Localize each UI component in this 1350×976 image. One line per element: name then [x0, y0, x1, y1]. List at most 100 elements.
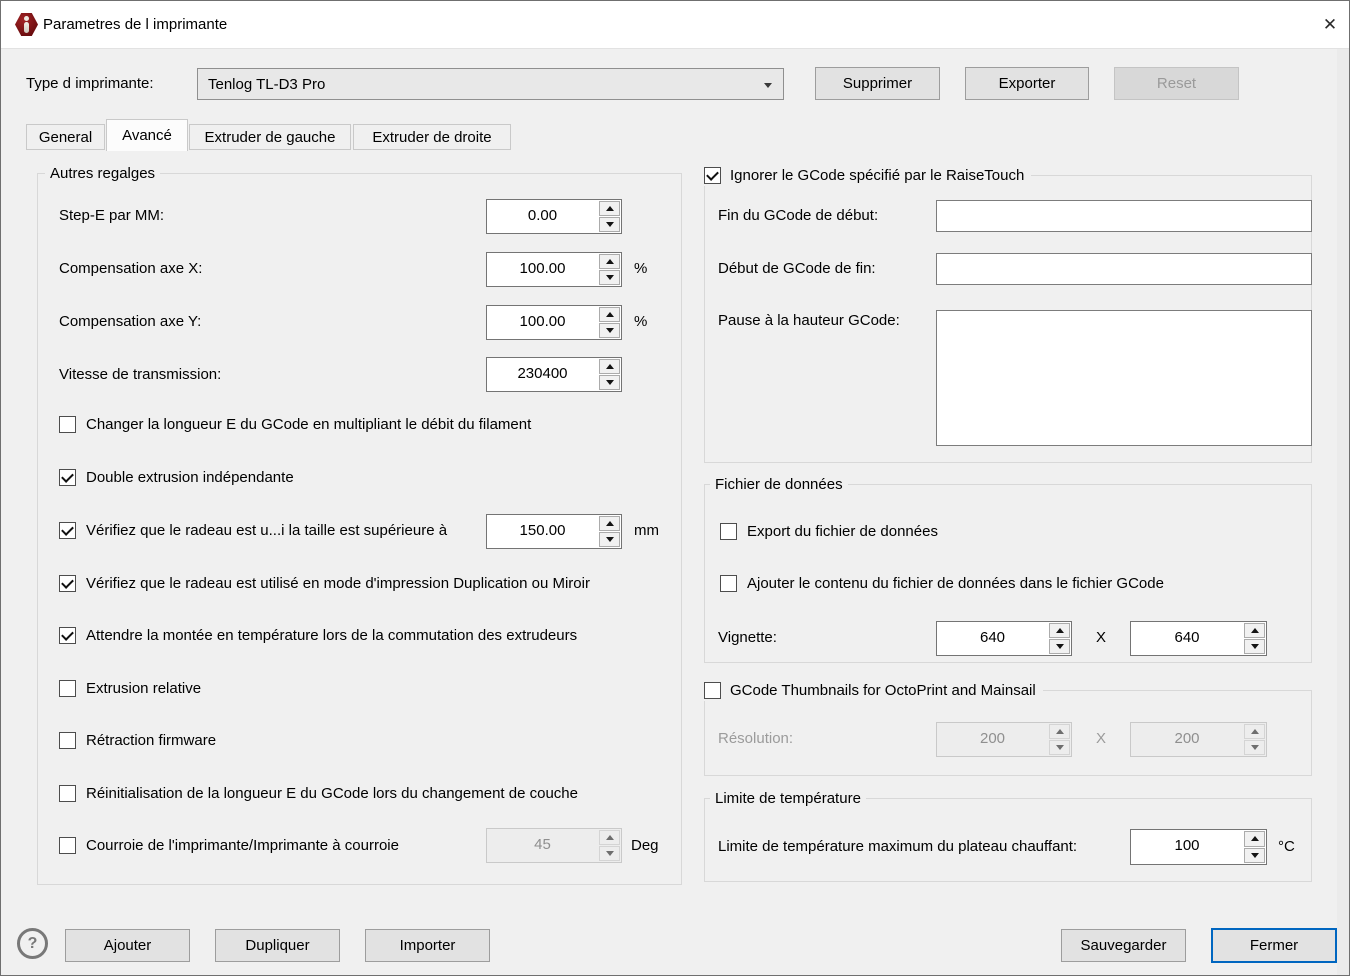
checkbox-firmware-retraction[interactable] — [59, 732, 76, 749]
checkbox-belt-printer[interactable] — [59, 837, 76, 854]
step-e-spinbox[interactable]: 0.00 — [486, 199, 622, 234]
spin-down-button[interactable] — [1049, 740, 1070, 755]
checkbox-raft-size-label[interactable]: Vérifiez que le radeau est u...i la tail… — [86, 520, 447, 542]
checkbox-gcode-thumbnails-label[interactable]: GCode Thumbnails for OctoPrint and Mains… — [730, 682, 1036, 699]
exporter-button[interactable]: Exporter — [965, 67, 1089, 100]
checkbox-export-data-file[interactable] — [720, 523, 737, 540]
tab-avance[interactable]: Avancé — [106, 119, 188, 151]
spin-up-button[interactable] — [599, 307, 620, 322]
spin-down-button[interactable] — [1244, 639, 1265, 654]
checkbox-change-e-length-label[interactable]: Changer la longueur E du GCode en multip… — [86, 414, 531, 436]
spin-up-button[interactable] — [1244, 831, 1265, 847]
checkbox-double-extrusion[interactable] — [59, 469, 76, 486]
arrow-up-icon — [1055, 729, 1064, 734]
gcode-thumbnails-group-title: GCode Thumbnails for OctoPrint and Mains… — [702, 679, 1043, 701]
printer-type-select[interactable]: Tenlog TL-D3 Pro — [197, 68, 784, 100]
tab-extruder-gauche[interactable]: Extruder de gauche — [189, 124, 351, 150]
spin-up-button[interactable] — [599, 254, 620, 269]
comp-y-spinbox[interactable]: 100.00 — [486, 305, 622, 340]
checkbox-relative-extrusion[interactable] — [59, 680, 76, 697]
importer-button[interactable]: Importer — [365, 929, 490, 962]
comp-y-value[interactable]: 100.00 — [487, 306, 598, 339]
checkbox-append-data-file[interactable] — [720, 575, 737, 592]
checkbox-relative-extrusion-label[interactable]: Extrusion relative — [86, 678, 201, 700]
checkbox-export-data-file-label[interactable]: Export du fichier de données — [747, 521, 938, 543]
help-icon[interactable]: ? — [17, 928, 48, 959]
spin-down-button[interactable] — [599, 375, 620, 390]
spin-down-button[interactable] — [599, 217, 620, 232]
temp-limit-value[interactable]: 100 — [1131, 830, 1243, 864]
spin-down-button[interactable] — [1244, 847, 1265, 863]
ajouter-button[interactable]: Ajouter — [65, 929, 190, 962]
vignette-height-value[interactable]: 640 — [1131, 622, 1243, 655]
temp-limit-spinbox[interactable]: 100 — [1130, 829, 1267, 865]
arrow-down-icon — [605, 851, 614, 856]
sauvegarder-button[interactable]: Sauvegarder — [1061, 929, 1186, 962]
spin-up-button[interactable] — [599, 516, 620, 531]
chevron-down-icon — [764, 83, 772, 88]
spin-up-button[interactable] — [1244, 623, 1265, 638]
spin-up-button[interactable] — [1049, 623, 1070, 638]
spin-down-button[interactable] — [599, 270, 620, 285]
checkbox-raft-duplication-label[interactable]: Vérifiez que le radeau est utilisé en mo… — [86, 573, 590, 595]
checkbox-wait-temp[interactable] — [59, 627, 76, 644]
checkbox-change-e-length[interactable] — [59, 416, 76, 433]
arrow-down-icon — [1250, 852, 1259, 858]
checkbox-wait-temp-label[interactable]: Attendre la montée en température lors d… — [86, 625, 577, 647]
end-gcode-start-input[interactable] — [936, 253, 1312, 285]
resolution-height-value[interactable]: 200 — [1131, 723, 1243, 756]
spin-down-button[interactable] — [599, 323, 620, 338]
baudrate-value[interactable]: 230400 — [487, 358, 598, 391]
checkbox-raft-size[interactable] — [59, 522, 76, 539]
belt-angle-spinbox[interactable]: 45 — [486, 828, 622, 863]
vignette-width-spinbox[interactable]: 640 — [936, 621, 1072, 656]
arrow-down-icon — [605, 537, 614, 542]
spin-down-button[interactable] — [599, 846, 620, 861]
checkbox-reset-e-length[interactable] — [59, 785, 76, 802]
vignette-width-value[interactable]: 640 — [937, 622, 1048, 655]
arrow-up-icon — [605, 521, 614, 526]
step-e-value[interactable]: 0.00 — [487, 200, 598, 233]
reset-button[interactable]: Reset — [1114, 67, 1239, 100]
checkbox-append-data-file-label[interactable]: Ajouter le contenu du fichier de données… — [747, 573, 1164, 595]
checkbox-firmware-retraction-label[interactable]: Rétraction firmware — [86, 730, 216, 752]
vignette-height-spinbox[interactable]: 640 — [1130, 621, 1267, 656]
close-icon[interactable]: ✕ — [1315, 11, 1345, 39]
start-gcode-end-input[interactable] — [936, 200, 1312, 232]
data-file-group-title: Fichier de données — [710, 475, 848, 495]
dupliquer-button[interactable]: Dupliquer — [215, 929, 340, 962]
checkbox-raft-duplication[interactable] — [59, 575, 76, 592]
supprimer-button[interactable]: Supprimer — [815, 67, 940, 100]
comp-x-spinbox[interactable]: 100.00 — [486, 252, 622, 287]
spin-up-button[interactable] — [599, 359, 620, 374]
resolution-width-value[interactable]: 200 — [937, 723, 1048, 756]
checkbox-reset-e-length-label[interactable]: Réinitialisation de la longueur E du GCo… — [86, 783, 578, 805]
belt-angle-value[interactable]: 45 — [487, 829, 598, 862]
vignette-separator: X — [1095, 629, 1106, 646]
checkbox-ignore-gcode[interactable] — [704, 166, 721, 184]
spin-down-button[interactable] — [1049, 639, 1070, 654]
spin-up-button[interactable] — [599, 201, 620, 216]
spin-down-button[interactable] — [599, 532, 620, 547]
spin-up-button[interactable] — [599, 830, 620, 845]
spin-up-button[interactable] — [1049, 724, 1070, 739]
title-bar[interactable]: Parametres de l imprimante ✕ — [1, 1, 1349, 49]
tab-extruder-droite[interactable]: Extruder de droite — [353, 124, 511, 150]
spin-up-button[interactable] — [1244, 724, 1265, 739]
checkbox-double-extrusion-label[interactable]: Double extrusion indépendante — [86, 467, 294, 489]
comp-x-value[interactable]: 100.00 — [487, 253, 598, 286]
arrow-down-icon — [1250, 745, 1259, 750]
raft-size-value[interactable]: 150.00 — [487, 515, 598, 548]
resolution-width-spinbox[interactable]: 200 — [936, 722, 1072, 757]
pause-height-gcode-textarea[interactable] — [936, 310, 1312, 446]
resolution-height-spinbox[interactable]: 200 — [1130, 722, 1267, 757]
fermer-button[interactable]: Fermer — [1211, 928, 1337, 963]
spin-down-button[interactable] — [1244, 740, 1265, 755]
checkbox-ignore-gcode-label[interactable]: Ignorer le GCode spécifié par le RaiseTo… — [730, 167, 1024, 184]
arrow-up-icon — [1055, 628, 1064, 633]
baudrate-spinbox[interactable]: 230400 — [486, 357, 622, 392]
checkbox-gcode-thumbnails[interactable] — [704, 681, 721, 699]
tab-general[interactable]: General — [26, 124, 105, 150]
checkbox-belt-printer-label[interactable]: Courroie de l'imprimante/Imprimante à co… — [86, 835, 399, 857]
raft-size-spinbox[interactable]: 150.00 — [486, 514, 622, 549]
